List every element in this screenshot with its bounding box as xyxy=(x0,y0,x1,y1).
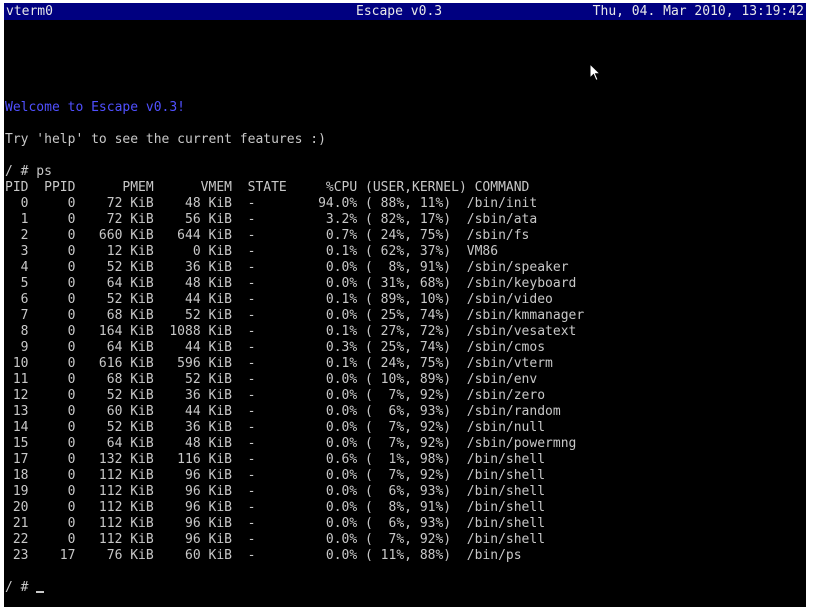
ps-row: 9 0 64 KiB 44 KiB - 0.3% ( 25%, 74%) /sb… xyxy=(5,340,546,355)
ps-row: 7 0 68 KiB 52 KiB - 0.0% ( 25%, 74%) /sb… xyxy=(5,308,585,323)
shell-prompt-line[interactable]: / # xyxy=(5,580,45,596)
ps-row: 22 0 112 KiB 96 KiB - 0.0% ( 7%, 92%) /b… xyxy=(5,532,546,547)
arrow-pointer-icon xyxy=(589,63,602,82)
shell-prompt: / # xyxy=(5,580,37,595)
ps-table-header: PID PPID PMEM VMEM STATE %CPU (USER,KERN… xyxy=(5,180,530,195)
ps-row: 10 0 616 KiB 596 KiB - 0.1% ( 24%, 75%) … xyxy=(5,356,553,371)
ps-row: 2 0 660 KiB 644 KiB - 0.7% ( 24%, 75%) /… xyxy=(5,228,530,243)
text-cursor xyxy=(36,591,45,593)
ps-row: 21 0 112 KiB 96 KiB - 0.0% ( 6%, 93%) /b… xyxy=(5,516,546,531)
ps-row: 6 0 52 KiB 44 KiB - 0.1% ( 89%, 10%) /sb… xyxy=(5,292,553,307)
command-line: / # ps xyxy=(5,164,52,179)
welcome-message: Welcome to Escape v0.3! xyxy=(5,100,186,115)
ps-row: 11 0 68 KiB 52 KiB - 0.0% ( 10%, 89%) /s… xyxy=(5,372,538,387)
ps-row: 8 0 164 KiB 1088 KiB - 0.1% ( 27%, 72%) … xyxy=(5,324,577,339)
os-version-title: Escape v0.3 xyxy=(356,4,443,19)
ps-row: 0 0 72 KiB 48 KiB - 94.0% ( 88%, 11%) /b… xyxy=(5,196,538,211)
ps-row: 14 0 52 KiB 36 KiB - 0.0% ( 7%, 92%) /sb… xyxy=(5,420,546,435)
ps-row: 4 0 52 KiB 36 KiB - 0.0% ( 8%, 91%) /sbi… xyxy=(5,260,569,275)
title-bar: vterm0 Escape v0.3 Thu, 04. Mar 2010, 13… xyxy=(4,3,806,20)
ps-row: 15 0 64 KiB 48 KiB - 0.0% ( 7%, 92%) /sb… xyxy=(5,436,577,451)
help-hint: Try 'help' to see the current features :… xyxy=(5,132,326,147)
ps-row: 1 0 72 KiB 56 KiB - 3.2% ( 82%, 17%) /sb… xyxy=(5,212,538,227)
ps-row: 20 0 112 KiB 96 KiB - 0.0% ( 8%, 91%) /b… xyxy=(5,500,546,515)
ps-row: 13 0 60 KiB 44 KiB - 0.0% ( 6%, 93%) /sb… xyxy=(5,404,561,419)
ps-row: 17 0 132 KiB 116 KiB - 0.6% ( 1%, 98%) /… xyxy=(5,452,546,467)
ps-row: 18 0 112 KiB 96 KiB - 0.0% ( 7%, 92%) /b… xyxy=(5,468,546,483)
ps-row: 23 17 76 KiB 60 KiB - 0.0% ( 11%, 88%) /… xyxy=(5,548,522,563)
ps-row: 5 0 64 KiB 48 KiB - 0.0% ( 31%, 68%) /sb… xyxy=(5,276,577,291)
ps-row: 3 0 12 KiB 0 KiB - 0.1% ( 62%, 37%) VM86 xyxy=(5,244,499,259)
terminal-name: vterm0 xyxy=(6,4,53,19)
ps-row: 12 0 52 KiB 36 KiB - 0.0% ( 7%, 92%) /sb… xyxy=(5,388,546,403)
clock: Thu, 04. Mar 2010, 13:19:42 xyxy=(592,4,804,19)
terminal-screen[interactable]: vterm0 Escape v0.3 Thu, 04. Mar 2010, 13… xyxy=(4,3,806,607)
ps-row: 19 0 112 KiB 96 KiB - 0.0% ( 6%, 93%) /b… xyxy=(5,484,546,499)
